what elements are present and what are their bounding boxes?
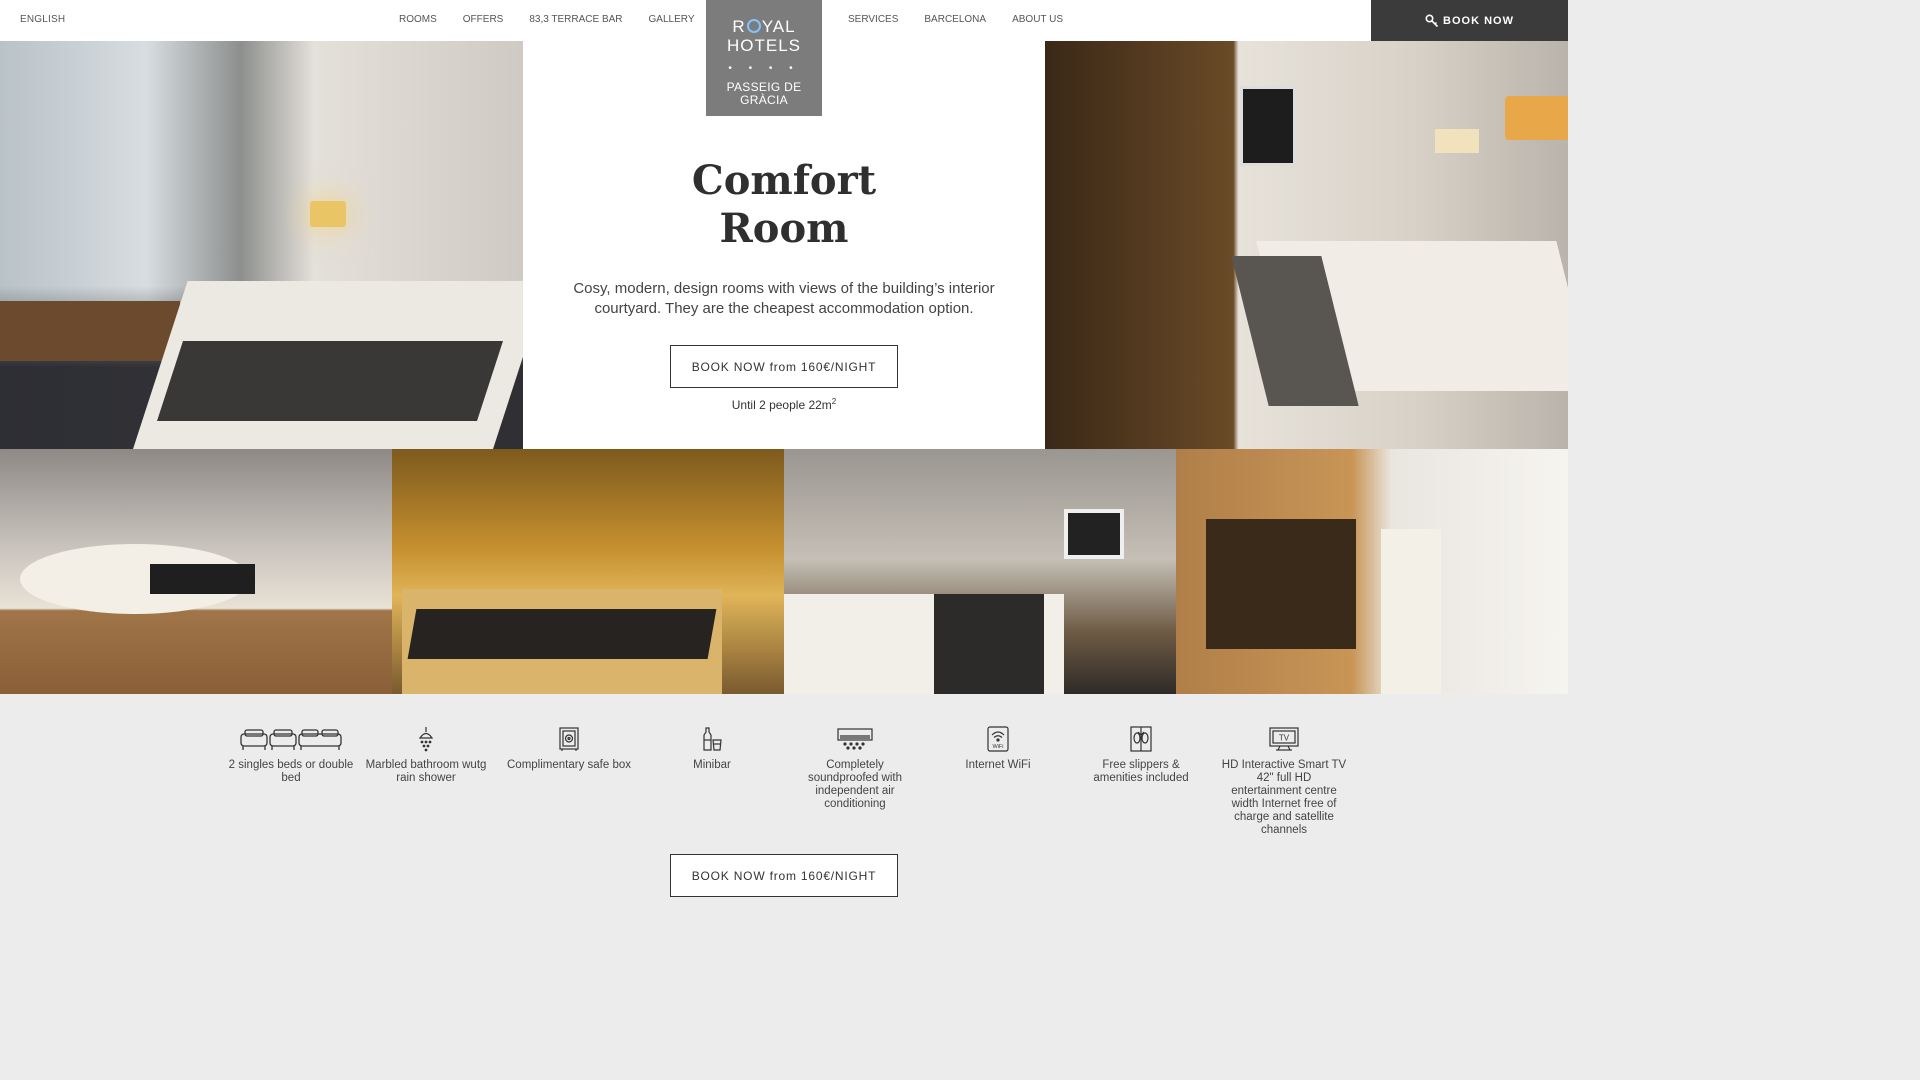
logo-location: PASSEIG DE GRÀCIA xyxy=(726,80,802,107)
room-photo-main-left xyxy=(0,41,523,449)
book-now-from-button[interactable]: BOOK NOW from 160€/NIGHT xyxy=(670,345,898,388)
book-now-header-label: BOOK NOW xyxy=(1443,14,1514,27)
logo-stars: • • • • xyxy=(728,63,800,74)
nav-services[interactable]: SERVICES xyxy=(848,14,898,25)
svg-text:WiFi: WiFi xyxy=(993,744,1004,750)
language-selector[interactable]: ENGLISH xyxy=(20,14,65,25)
minibar-icon xyxy=(648,724,776,754)
amenity-label: Completely soundproofed with independent… xyxy=(808,759,902,810)
svg-text:TV: TV xyxy=(1279,734,1290,743)
amenity-air-conditioning: Completely soundproofed with independent… xyxy=(791,724,919,811)
tv-icon: TV xyxy=(1220,724,1348,754)
amenity-label: Marbled bathroom wutg rain shower xyxy=(365,759,487,784)
nav-barcelona[interactable]: BARCELONA xyxy=(924,14,986,25)
nav-about-us[interactable]: ABOUT US xyxy=(1012,14,1063,25)
logo-brand-line1: R YAL xyxy=(732,17,796,36)
bathroom-towels-photo xyxy=(1176,449,1568,694)
amenity-safe: Complimentary safe box xyxy=(505,724,633,772)
room-photo-main-right xyxy=(1045,41,1568,449)
room-description: Cosy, modern, design rooms with views of… xyxy=(573,280,995,317)
twin-beds-photo xyxy=(392,449,784,694)
amenity-slippers: Free slippers & amenities included xyxy=(1077,724,1205,785)
nav-gallery[interactable]: GALLERY xyxy=(649,14,695,25)
amenity-minibar: Minibar xyxy=(648,724,776,772)
logo-brand-line2: HOTELS xyxy=(726,36,802,55)
hotel-logo[interactable]: R YAL HOTELS • • • • PASSEIG DE GRÀCIA xyxy=(706,0,822,116)
amenity-beds: 2 singles beds or double bed xyxy=(227,724,355,785)
safe-icon xyxy=(505,724,633,754)
logo-ring-icon xyxy=(746,19,761,33)
amenity-tv: TV HD Interactive Smart TV 42" full HD e… xyxy=(1220,724,1348,837)
shower-icon xyxy=(362,724,490,754)
book-now-header-button[interactable]: BOOK NOW xyxy=(1371,0,1568,41)
book-now-from-bottom-button[interactable]: BOOK NOW from 160€/NIGHT xyxy=(670,854,898,897)
amenity-label: Free slippers & amenities included xyxy=(1093,759,1189,784)
amenity-label: Minibar xyxy=(693,759,731,771)
amenity-label: 2 singles beds or double bed xyxy=(228,759,354,784)
amenity-label: Internet WiFi xyxy=(965,759,1031,771)
beds-icon xyxy=(227,724,355,754)
main-nav-left: ROOMS OFFERS 83,3 TERRACE BAR GALLERY xyxy=(399,14,720,25)
room-capacity: Until 2 people 22m2 xyxy=(731,397,837,412)
key-icon xyxy=(1425,13,1439,27)
bathroom-sink-photo xyxy=(0,449,392,694)
amenity-label: HD Interactive Smart TV 42" full HD ente… xyxy=(1221,759,1347,836)
nav-offers[interactable]: OFFERS xyxy=(463,14,504,25)
amenity-label: Complimentary safe box xyxy=(507,759,631,771)
amenity-shower: Marbled bathroom wutg rain shower xyxy=(362,724,490,785)
air-conditioning-icon xyxy=(791,724,919,754)
nav-terrace-bar[interactable]: 83,3 TERRACE BAR xyxy=(529,14,622,25)
amenities-list: 2 singles beds or double bed Marbled bat… xyxy=(227,724,1367,844)
room-tv-photo xyxy=(784,449,1176,694)
nav-rooms[interactable]: ROOMS xyxy=(399,14,437,25)
main-nav-right: SERVICES BARCELONA ABOUT US xyxy=(848,14,1089,25)
amenity-wifi: WiFi Internet WiFi xyxy=(934,724,1062,772)
wifi-icon: WiFi xyxy=(934,724,1062,754)
room-title: Comfort Room xyxy=(691,157,877,252)
slippers-icon xyxy=(1077,724,1205,754)
